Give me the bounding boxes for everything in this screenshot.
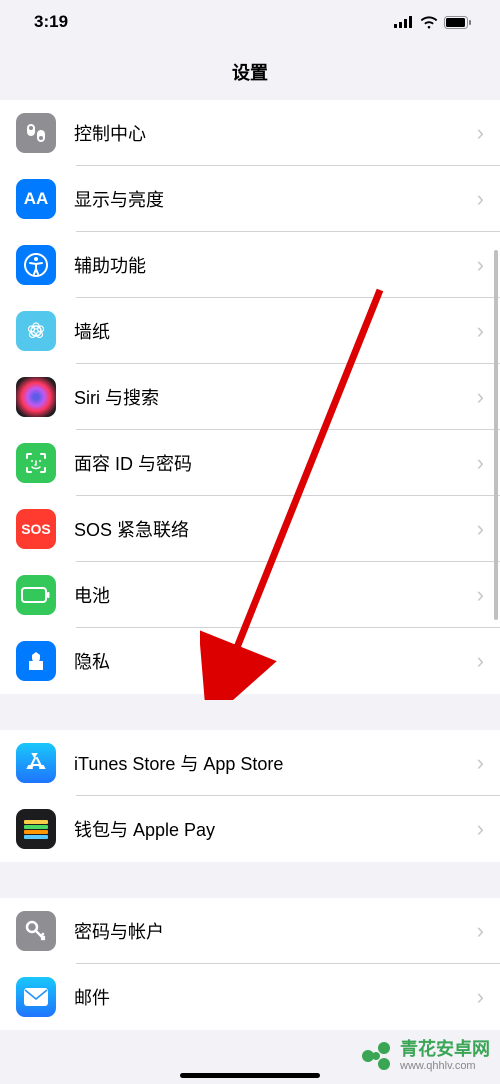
display-icon: AA [16,179,56,219]
row-label: 钱包与 Apple Pay [74,816,477,842]
row-sos[interactable]: SOS SOS 紧急联络 › [0,496,500,562]
watermark-logo-icon [358,1038,394,1074]
watermark: 青花安卓网 www.qhhlv.com [358,1038,490,1074]
mail-icon [16,977,56,1017]
chevron-right-icon: › [477,252,484,278]
wallpaper-icon [16,311,56,351]
row-label: 墙纸 [74,318,477,344]
chevron-right-icon: › [477,516,484,542]
key-icon [16,911,56,951]
row-label: 面容 ID 与密码 [74,450,477,476]
row-itunes[interactable]: iTunes Store 与 App Store › [0,730,500,796]
cellular-icon [394,16,414,28]
row-siri[interactable]: Siri 与搜索 › [0,364,500,430]
chevron-right-icon: › [477,816,484,842]
row-label: iTunes Store 与 App Store [74,750,477,776]
siri-icon [16,377,56,417]
row-label: Siri 与搜索 [74,384,477,410]
nav-bar: 设置 [0,44,500,100]
appstore-icon [16,743,56,783]
control-center-icon [16,113,56,153]
chevron-right-icon: › [477,582,484,608]
row-faceid[interactable]: 面容 ID 与密码 › [0,430,500,496]
row-label: 隐私 [74,648,477,674]
nav-title: 设置 [232,59,268,85]
row-label: 辅助功能 [74,252,477,278]
row-privacy[interactable]: 隐私 › [0,628,500,694]
settings-section-0: 控制中心 › AA 显示与亮度 › 辅助功能 › 墙纸 › Siri 与搜索 ›… [0,100,500,694]
status-time: 3:19 [34,12,68,32]
chevron-right-icon: › [477,918,484,944]
row-control-center[interactable]: 控制中心 › [0,100,500,166]
status-indicators [394,16,472,29]
privacy-icon [16,641,56,681]
wifi-icon [420,16,438,29]
battery-icon [16,575,56,615]
settings-section-1: iTunes Store 与 App Store › 钱包与 Apple Pay… [0,730,500,862]
row-accessibility[interactable]: 辅助功能 › [0,232,500,298]
settings-section-2: 密码与帐户 › 邮件 › [0,898,500,1030]
row-label: 密码与帐户 [74,918,477,944]
scrollbar[interactable] [494,250,498,620]
chevron-right-icon: › [477,750,484,776]
row-battery[interactable]: 电池 › [0,562,500,628]
row-passwords[interactable]: 密码与帐户 › [0,898,500,964]
chevron-right-icon: › [477,384,484,410]
battery-icon [444,16,472,29]
status-bar: 3:19 [0,0,500,44]
row-label: SOS 紧急联络 [74,516,477,542]
watermark-url: www.qhhlv.com [400,1060,490,1072]
chevron-right-icon: › [477,186,484,212]
row-display[interactable]: AA 显示与亮度 › [0,166,500,232]
row-label: 显示与亮度 [74,186,477,212]
chevron-right-icon: › [477,318,484,344]
sos-icon: SOS [16,509,56,549]
row-label: 控制中心 [74,120,477,146]
row-mail[interactable]: 邮件 › [0,964,500,1030]
home-indicator [180,1073,320,1078]
faceid-icon [16,443,56,483]
row-wallet[interactable]: 钱包与 Apple Pay › [0,796,500,862]
chevron-right-icon: › [477,984,484,1010]
row-label: 邮件 [74,984,477,1010]
chevron-right-icon: › [477,120,484,146]
chevron-right-icon: › [477,648,484,674]
accessibility-icon [16,245,56,285]
watermark-title: 青花安卓网 [400,1040,490,1060]
wallet-icon [16,809,56,849]
row-wallpaper[interactable]: 墙纸 › [0,298,500,364]
chevron-right-icon: › [477,450,484,476]
row-label: 电池 [74,582,477,608]
